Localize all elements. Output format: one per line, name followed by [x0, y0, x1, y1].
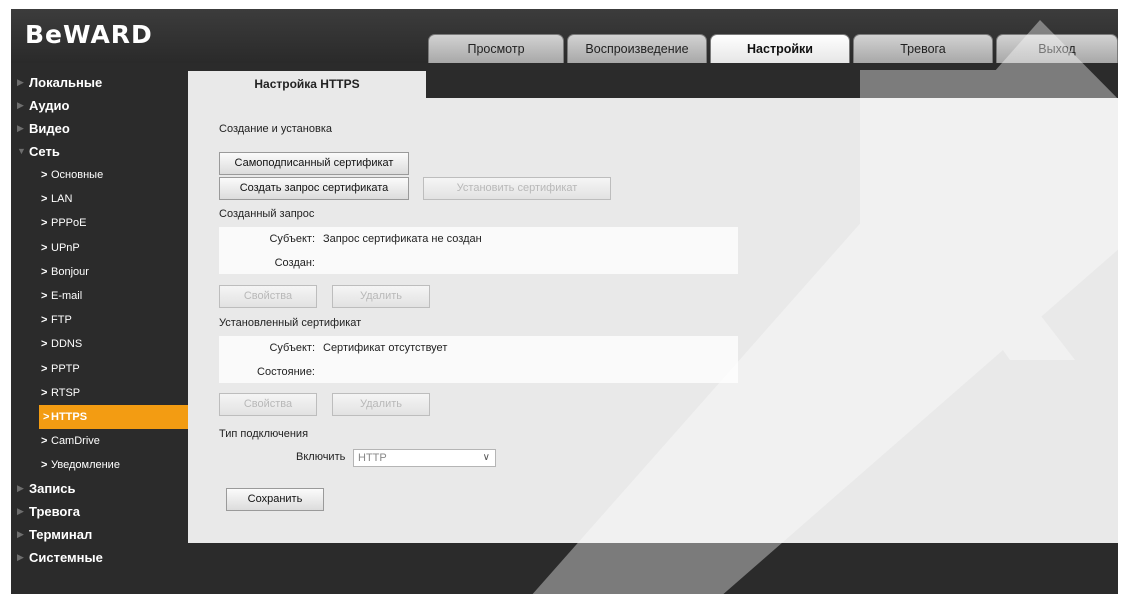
sidebar-subitem-label: FTP: [51, 314, 72, 327]
sidebar-item-label: Аудио: [29, 98, 70, 113]
sidebar-subitem-label: DDNS: [51, 338, 83, 351]
chevron-right-icon: >: [41, 193, 48, 206]
sidebar-item-network[interactable]: ▼ Сеть: [11, 140, 189, 163]
chevron-right-icon: >: [41, 459, 48, 472]
chevron-right-icon: >: [41, 362, 48, 375]
sidebar-subitem-lan[interactable]: > LAN: [11, 187, 189, 211]
installed-subject-value: Сертификат отсутствует: [323, 342, 448, 354]
sidebar-subitem-pppoe[interactable]: > PPPoE: [11, 211, 189, 235]
sidebar-subitem-label: HTTPS: [51, 410, 88, 423]
sidebar-subitem-notification[interactable]: > Уведомление: [11, 453, 189, 477]
chevron-right-icon: >: [41, 241, 48, 254]
installed-subject-label: Субъект:: [269, 342, 315, 354]
sidebar-subitem-label: RTSP: [51, 386, 81, 399]
chevron-right-icon: >: [41, 386, 48, 399]
sidebar-item-label: Локальные: [29, 75, 103, 90]
triangle-right-icon: ▶: [17, 552, 24, 563]
section-create-install: Создание и установка: [219, 123, 332, 135]
sidebar-subitem-label: Основные: [51, 169, 104, 181]
sidebar-subitem-label: E-mail: [51, 289, 83, 302]
request-properties-button[interactable]: Свойства: [219, 285, 317, 308]
request-subject-label: Субъект:: [269, 233, 315, 245]
triangle-right-icon: ▶: [17, 77, 24, 87]
sidebar-item-terminal[interactable]: ▶ Терминал: [11, 523, 189, 546]
sidebar-subitem-upnp[interactable]: > UPnP: [11, 236, 189, 260]
chevron-right-icon: >: [41, 435, 48, 448]
sidebar: ▶ Локальные ▶ Аудио ▶ Видео ▼ Сеть > Основные…: [11, 71, 189, 569]
sidebar-item-label: Видео: [29, 121, 70, 136]
request-info-panel: Субъект: Запрос сертификата не создан Со…: [219, 227, 738, 274]
triangle-right-icon: ▶: [17, 506, 24, 517]
tab-playback[interactable]: Воспроизведение: [567, 34, 707, 63]
sidebar-subitem-label: Bonjour: [51, 265, 89, 278]
save-button[interactable]: Сохранить: [226, 488, 324, 511]
chevron-right-icon: >: [41, 217, 48, 230]
sidebar-item-audio[interactable]: ▶ Аудио: [11, 94, 189, 117]
chevron-right-icon: >: [41, 169, 48, 181]
section-created-request: Созданный запрос: [219, 208, 315, 220]
sidebar-item-system[interactable]: ▶ Системные: [11, 546, 189, 569]
triangle-right-icon: ▶: [17, 123, 24, 133]
install-cert-button[interactable]: Установить сертификат: [423, 177, 611, 200]
sidebar-item-label: Сеть: [29, 144, 60, 159]
sidebar-item-local[interactable]: ▶ Локальные: [11, 71, 189, 94]
chevron-right-icon: >: [41, 265, 48, 278]
sidebar-subitem-ddns[interactable]: > DDNS: [11, 332, 189, 356]
sidebar-subitem-https[interactable]: > HTTPS: [39, 404, 189, 430]
chevron-right-icon: >: [41, 289, 48, 302]
installed-properties-button[interactable]: Свойства: [219, 393, 317, 416]
installed-cert-panel: Субъект: Сертификат отсутствует Состояни…: [219, 336, 738, 383]
sidebar-subitem-label: PPTP: [51, 362, 80, 375]
triangle-down-icon: ▼: [17, 146, 26, 156]
sidebar-subitem-label: UPnP: [51, 241, 80, 254]
https-settings-panel: Создание и установка Самоподписанный сер…: [188, 98, 1118, 543]
request-created-label: Создан:: [274, 257, 315, 269]
sidebar-subitem-basic[interactable]: > Основные: [11, 163, 189, 187]
triangle-right-icon: ▶: [17, 529, 24, 540]
header-bar: BeWARD Просмотр Воспроизведение Настройк…: [11, 9, 1118, 63]
app-window: BeWARD Просмотр Воспроизведение Настройк…: [11, 9, 1118, 594]
sidebar-item-alarm[interactable]: ▶ Тревога: [11, 500, 189, 523]
create-cert-request-button[interactable]: Создать запрос сертификата: [219, 177, 409, 200]
sidebar-subitem-ftp[interactable]: > FTP: [11, 308, 189, 332]
chevron-down-icon: ∨: [482, 452, 490, 463]
enable-label: Включить: [296, 451, 346, 463]
sidebar-subitem-email[interactable]: > E-mail: [11, 284, 189, 308]
triangle-right-icon: ▶: [17, 100, 24, 110]
brand-logo: BeWARD: [25, 20, 153, 49]
request-subject-value: Запрос сертификата не создан: [323, 233, 482, 245]
sidebar-item-label: Терминал: [29, 527, 93, 543]
chevron-right-icon: >: [43, 410, 50, 423]
sidebar-item-record[interactable]: ▶ Запись: [11, 477, 189, 500]
installed-status-label: Состояние:: [257, 366, 315, 378]
tab-exit[interactable]: Выход: [996, 34, 1118, 63]
sidebar-item-label: Тревога: [29, 504, 81, 520]
chevron-right-icon: >: [41, 338, 48, 351]
tab-settings[interactable]: Настройки: [710, 34, 850, 63]
sidebar-subitem-pptp[interactable]: > PPTP: [11, 357, 189, 381]
installed-delete-button[interactable]: Удалить: [332, 393, 430, 416]
tab-alarm[interactable]: Тревога: [853, 34, 993, 63]
sidebar-subitem-label: LAN: [51, 193, 73, 206]
sidebar-subitem-label: CamDrive: [51, 435, 100, 448]
sidebar-item-label: Запись: [29, 481, 76, 497]
sidebar-subitem-label: PPPoE: [51, 217, 87, 230]
sidebar-item-label: Системные: [29, 550, 103, 566]
page-title-tab[interactable]: Настройка HTTPS: [188, 71, 426, 98]
sidebar-item-video[interactable]: ▶ Видео: [11, 117, 189, 140]
sidebar-subitem-camdrive[interactable]: > CamDrive: [11, 429, 189, 453]
sidebar-subitem-bonjour[interactable]: > Bonjour: [11, 260, 189, 284]
chevron-right-icon: >: [41, 314, 48, 327]
request-delete-button[interactable]: Удалить: [332, 285, 430, 308]
triangle-right-icon: ▶: [17, 483, 24, 494]
section-installed-cert: Установленный сертификат: [219, 317, 362, 329]
tab-view[interactable]: Просмотр: [428, 34, 564, 63]
connection-type-value: HTTP: [358, 452, 387, 464]
sidebar-subitem-rtsp[interactable]: > RTSP: [11, 381, 189, 405]
self-signed-cert-button[interactable]: Самоподписанный сертификат: [219, 152, 409, 175]
connection-type-select[interactable]: HTTP ∨: [353, 449, 496, 467]
section-connection-type: Тип подключения: [219, 428, 309, 440]
sidebar-subitem-label: Уведомление: [51, 459, 120, 472]
